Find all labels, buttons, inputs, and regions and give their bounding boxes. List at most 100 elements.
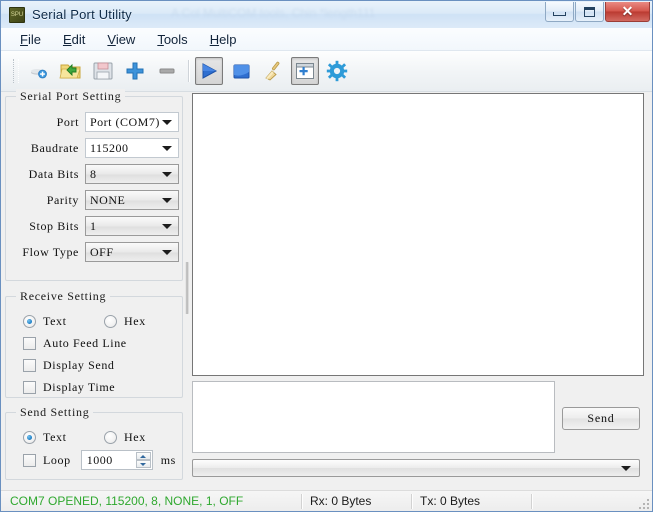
play-icon[interactable] (195, 57, 223, 85)
data-bits-value: 8 (90, 166, 97, 181)
stop-bits-combobox[interactable]: 1 (85, 216, 179, 236)
menu-file[interactable]: File (9, 30, 52, 49)
label-parity: Parity (46, 192, 79, 207)
menu-view[interactable]: View (96, 30, 146, 49)
receive-mode-text-label: Text (43, 313, 67, 328)
flow-type-combobox[interactable]: OFF (85, 242, 179, 262)
loop-row: Loop 1000 ms (23, 450, 176, 470)
chevron-down-icon (162, 250, 172, 255)
send-history-combobox[interactable] (192, 459, 640, 477)
send-button[interactable]: Send (562, 407, 640, 430)
display-send-checkbox[interactable]: Display Send (23, 355, 115, 375)
auto-feed-line-checkbox[interactable]: Auto Feed Line (23, 333, 127, 353)
minimize-icon (553, 12, 566, 16)
caret-down-icon (140, 462, 147, 466)
menu-edit-accel: E (62, 31, 72, 47)
display-time-label: Display Time (43, 379, 116, 394)
stepper-buttons[interactable] (135, 452, 151, 468)
receive-setting-title: Receive Setting (16, 289, 111, 304)
data-bits-combobox[interactable]: 8 (85, 164, 179, 184)
menu-help-accel: H (209, 31, 220, 47)
stop-icon[interactable] (227, 57, 255, 85)
send-setting-title: Send Setting (16, 405, 94, 420)
baudrate-combobox[interactable]: 115200 (85, 138, 179, 158)
new-window-icon[interactable] (291, 57, 319, 85)
minimize-button[interactable] (545, 2, 574, 22)
close-button[interactable]: ✕ (605, 2, 650, 22)
port-combobox[interactable]: Port (COM7) (85, 112, 179, 132)
toolbar-grip[interactable] (13, 59, 19, 83)
send-mode-text-label: Text (43, 429, 67, 444)
send-mode-hex-radio[interactable]: Hex (104, 427, 146, 447)
checkbox-unchecked-icon (23, 380, 36, 394)
field-data-bits: Data Bits 8 (5, 164, 179, 184)
receive-mode-hex-radio[interactable]: Hex (104, 311, 146, 331)
open-folder-icon[interactable] (57, 57, 85, 85)
receive-display-area[interactable] (192, 93, 644, 376)
menu-edit[interactable]: Edit (52, 30, 96, 49)
chevron-down-icon (621, 466, 631, 471)
baudrate-value: 115200 (90, 140, 129, 155)
status-rx: Rx: 0 Bytes (301, 491, 411, 512)
chevron-down-icon (162, 120, 172, 125)
remove-icon[interactable] (153, 57, 181, 85)
application-window: SPU Serial Port Utility A Col MultiCOM t… (0, 0, 653, 512)
stepper-down-button[interactable] (135, 460, 151, 468)
status-tx: Tx: 0 Bytes (411, 491, 531, 512)
toolbar-separator-1 (188, 60, 189, 82)
chevron-down-icon (162, 224, 172, 229)
status-bar: COM7 OPENED, 115200, 8, NONE, 1, OFF Rx:… (1, 490, 652, 511)
loop-checkbox[interactable] (23, 453, 36, 467)
status-connection: COM7 OPENED, 115200, 8, NONE, 1, OFF (10, 494, 244, 508)
menu-view-accel: V (107, 31, 116, 47)
label-baudrate: Baudrate (30, 140, 79, 155)
resize-grip[interactable] (637, 497, 649, 509)
gear-icon[interactable] (323, 57, 351, 85)
label-flow-type: Flow Type (22, 244, 79, 259)
menu-help[interactable]: Help (199, 30, 248, 49)
receive-mode-hex-label: Hex (124, 313, 146, 328)
broom-icon[interactable] (259, 57, 287, 85)
menu-bar: File Edit View Tools Help (1, 28, 652, 51)
field-flow-type: Flow Type OFF (5, 242, 179, 262)
splitter-handle[interactable] (185, 262, 189, 314)
parity-combobox[interactable]: NONE (85, 190, 179, 210)
checkbox-unchecked-icon (23, 358, 36, 372)
field-stop-bits: Stop Bits 1 (5, 216, 179, 236)
checkbox-unchecked-icon (23, 336, 36, 350)
send-input-area[interactable] (192, 381, 555, 453)
caret-up-icon (140, 454, 147, 458)
stepper-up-button[interactable] (135, 452, 151, 460)
maximize-button[interactable] (575, 2, 604, 22)
toolbar (1, 51, 652, 92)
add-icon[interactable] (121, 57, 149, 85)
field-parity: Parity NONE (5, 190, 179, 210)
panel-splitter[interactable] (185, 92, 189, 480)
window-controls: ✕ (544, 2, 650, 22)
port-value: Port (COM7) (90, 114, 160, 129)
serial-port-setting-title: Serial Port Setting (16, 89, 126, 104)
settings-panel: Serial Port Setting Port Port (COM7) Bau… (5, 89, 183, 480)
send-mode-hex-label: Hex (124, 429, 146, 444)
receive-mode-text-radio[interactable]: Text (23, 311, 67, 331)
save-icon[interactable] (89, 57, 117, 85)
loop-interval-stepper[interactable]: 1000 (80, 450, 153, 470)
status-extra (531, 491, 652, 512)
window-title: Serial Port Utility (32, 7, 132, 22)
loop-unit-label: ms (160, 452, 176, 467)
menu-tools[interactable]: Tools (146, 30, 198, 49)
radio-off-icon (104, 430, 117, 444)
display-time-checkbox[interactable]: Display Time (23, 377, 115, 397)
send-mode-text-radio[interactable]: Text (23, 427, 67, 447)
parity-value: NONE (90, 192, 126, 207)
menu-tools-rest: ools (163, 31, 188, 47)
menu-file-accel: F (20, 31, 28, 47)
title-bar: SPU Serial Port Utility A Col MultiCOM t… (1, 1, 652, 29)
new-port-icon[interactable] (25, 57, 53, 85)
field-port: Port Port (COM7) (5, 112, 179, 132)
loop-label: Loop (43, 452, 71, 467)
app-icon: SPU (9, 6, 25, 23)
menu-help-rest: elp (219, 31, 237, 47)
radio-on-icon (23, 314, 36, 328)
loop-interval-value: 1000 (86, 452, 113, 467)
